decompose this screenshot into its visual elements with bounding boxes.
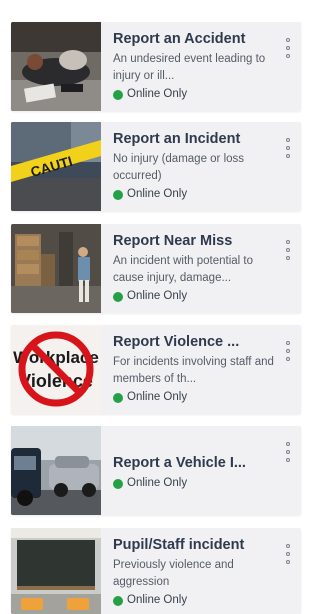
report-title: Report an Accident <box>113 31 246 47</box>
violence-thumbnail: Workplace Violence <box>11 325 101 414</box>
report-title: Report Violence ... <box>113 334 240 350</box>
report-card-vehicle[interactable]: Report a Vehicle I... Online Only <box>11 426 301 515</box>
more-options-icon[interactable] <box>285 442 291 462</box>
status-indicator: Online Only <box>113 288 283 305</box>
incident-thumbnail: CAUTI <box>11 122 101 211</box>
report-card-violence[interactable]: Workplace Violence Report Violence ... F… <box>11 325 301 414</box>
vehicle-thumbnail <box>11 426 101 515</box>
report-description: For incidents involving staff and member… <box>113 356 274 385</box>
report-title: Report Near Miss <box>113 233 233 249</box>
more-options-icon[interactable] <box>285 240 291 260</box>
report-list: Report an Accident An undesired event le… <box>0 0 307 614</box>
report-card-near-miss[interactable]: Report Near Miss An incident with potent… <box>11 224 301 313</box>
report-description: No injury (damage or loss occurred) <box>113 153 245 182</box>
more-options-icon[interactable] <box>285 38 291 58</box>
report-description: Previously violence and aggression <box>113 559 234 588</box>
status-indicator: Online Only <box>113 592 283 609</box>
status-label: Online Only <box>127 391 188 403</box>
status-label: Online Only <box>127 477 188 489</box>
status-label: Online Only <box>127 88 188 100</box>
status-label: Online Only <box>127 594 188 606</box>
status-indicator: Online Only <box>113 186 283 203</box>
online-status-dot <box>113 478 123 489</box>
accident-thumbnail <box>11 22 101 111</box>
status-label: Online Only <box>127 188 188 200</box>
report-description: An incident with potential to cause inju… <box>113 255 254 284</box>
classroom-thumbnail <box>11 528 101 614</box>
report-card-pupil-staff[interactable]: Pupil/Staff incident Previously violence… <box>11 528 301 614</box>
more-options-icon[interactable] <box>285 138 291 158</box>
online-status-dot <box>113 392 123 403</box>
status-indicator: Online Only <box>113 389 283 406</box>
report-title: Report a Vehicle I... <box>113 455 246 471</box>
report-card-accident[interactable]: Report an Accident An undesired event le… <box>11 22 301 111</box>
report-title: Pupil/Staff incident <box>113 537 245 553</box>
online-status-dot <box>113 89 123 100</box>
online-status-dot <box>113 595 123 606</box>
report-title: Report an Incident <box>113 131 241 147</box>
online-status-dot <box>113 189 123 200</box>
near-miss-thumbnail <box>11 224 101 313</box>
status-label: Online Only <box>127 290 188 302</box>
status-indicator: Online Only <box>113 86 283 103</box>
more-options-icon[interactable] <box>285 544 291 564</box>
report-card-incident[interactable]: CAUTI Report an Incident No injury (dama… <box>11 122 301 211</box>
report-description: An undesired event leading to injury or … <box>113 53 266 82</box>
more-options-icon[interactable] <box>285 341 291 361</box>
status-indicator: Online Only <box>113 475 283 492</box>
online-status-dot <box>113 291 123 302</box>
